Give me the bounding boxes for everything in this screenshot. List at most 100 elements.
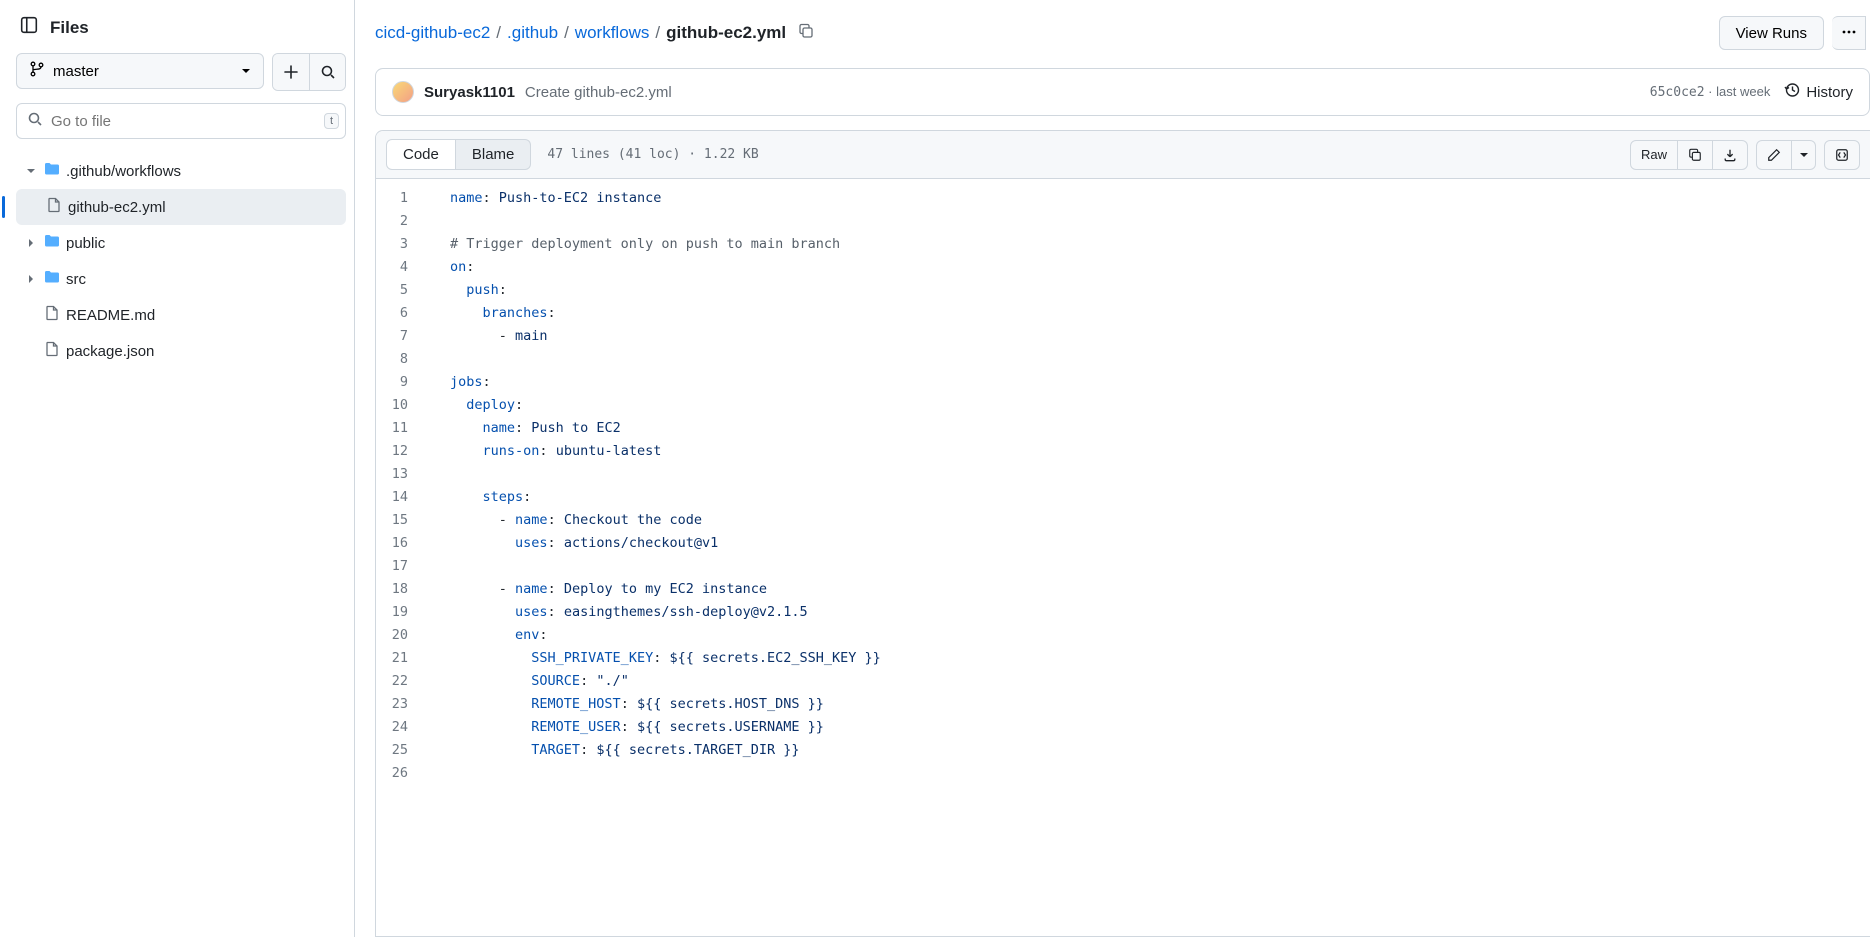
folder-icon: [44, 161, 60, 181]
code-line[interactable]: 20 env:: [376, 624, 1870, 647]
chevron-down-icon: [241, 63, 251, 80]
line-number: 10: [376, 394, 426, 417]
tree-label: package.json: [66, 343, 154, 360]
code-line[interactable]: 11 name: Push to EC2: [376, 417, 1870, 440]
history-icon: [1784, 82, 1800, 102]
code-content: deploy:: [426, 394, 523, 417]
breadcrumb-path-1[interactable]: .github: [507, 23, 558, 43]
code-line[interactable]: 12 runs-on: ubuntu-latest: [376, 440, 1870, 463]
line-number: 9: [376, 371, 426, 394]
file-icon: [44, 305, 60, 325]
tab-code[interactable]: Code: [386, 139, 456, 170]
code-content: REMOTE_USER: ${{ secrets.USERNAME }}: [426, 716, 824, 739]
code-content: [426, 555, 450, 578]
tree-folder-public[interactable]: public: [16, 225, 346, 261]
code-content: SSH_PRIVATE_KEY: ${{ secrets.EC2_SSH_KEY…: [426, 647, 881, 670]
code-line[interactable]: 8: [376, 348, 1870, 371]
line-number: 1: [376, 187, 426, 210]
edit-file-button[interactable]: [1756, 140, 1792, 170]
line-number: 4: [376, 256, 426, 279]
copy-raw-button[interactable]: [1678, 140, 1713, 170]
keyboard-shortcut-hint: t: [324, 113, 339, 129]
code-line[interactable]: 15 - name: Checkout the code: [376, 509, 1870, 532]
line-number: 15: [376, 509, 426, 532]
branch-name: master: [53, 63, 99, 80]
code-line[interactable]: 22 SOURCE: "./": [376, 670, 1870, 693]
code-content: steps:: [426, 486, 531, 509]
code-line[interactable]: 19 uses: easingthemes/ssh-deploy@v2.1.5: [376, 601, 1870, 624]
code-content: - main: [426, 325, 548, 348]
code-content: uses: actions/checkout@v1: [426, 532, 718, 555]
code-line[interactable]: 9jobs:: [376, 371, 1870, 394]
symbols-button[interactable]: [1824, 140, 1860, 170]
commit-time: last week: [1716, 84, 1770, 99]
more-actions-button[interactable]: [1832, 16, 1866, 50]
tab-blame[interactable]: Blame: [456, 139, 532, 170]
line-number: 20: [376, 624, 426, 647]
code-line[interactable]: 2: [376, 210, 1870, 233]
file-icon: [44, 341, 60, 361]
branch-select-button[interactable]: master: [16, 53, 264, 89]
line-number: 11: [376, 417, 426, 440]
code-content: on:: [426, 256, 474, 279]
commit-author[interactable]: Suryask1101: [424, 84, 515, 101]
search-tree-button[interactable]: [309, 54, 345, 90]
main-content: cicd-github-ec2 / .github / workflows / …: [355, 0, 1870, 937]
code-line[interactable]: 14 steps:: [376, 486, 1870, 509]
breadcrumb-path-2[interactable]: workflows: [575, 23, 650, 43]
code-content: branches:: [426, 302, 556, 325]
line-number: 7: [376, 325, 426, 348]
commit-hash[interactable]: 65c0ce2: [1650, 85, 1705, 100]
file-info: 47 lines (41 loc) · 1.22 KB: [547, 147, 758, 162]
edit-file-dropdown[interactable]: [1792, 140, 1816, 170]
code-line[interactable]: 18 - name: Deploy to my EC2 instance: [376, 578, 1870, 601]
tree-file-readme[interactable]: README.md: [16, 297, 346, 333]
go-to-file-search[interactable]: t: [16, 103, 346, 139]
raw-button[interactable]: Raw: [1630, 140, 1678, 170]
code-line[interactable]: 17: [376, 555, 1870, 578]
history-link[interactable]: History: [1784, 82, 1853, 102]
tree-folder-src[interactable]: src: [16, 261, 346, 297]
code-line[interactable]: 24 REMOTE_USER: ${{ secrets.USERNAME }}: [376, 716, 1870, 739]
code-blame-tabs: Code Blame: [386, 139, 531, 170]
code-line[interactable]: 5 push:: [376, 279, 1870, 302]
line-number: 22: [376, 670, 426, 693]
code-line[interactable]: 21 SSH_PRIVATE_KEY: ${{ secrets.EC2_SSH_…: [376, 647, 1870, 670]
code-line[interactable]: 4on:: [376, 256, 1870, 279]
go-to-file-input[interactable]: [51, 113, 335, 130]
code-line[interactable]: 10 deploy:: [376, 394, 1870, 417]
code-content: runs-on: ubuntu-latest: [426, 440, 661, 463]
copy-path-icon[interactable]: [798, 23, 814, 44]
breadcrumb-repo[interactable]: cicd-github-ec2: [375, 23, 490, 43]
line-number: 6: [376, 302, 426, 325]
code-area[interactable]: 1name: Push-to-EC2 instance23# Trigger d…: [376, 179, 1870, 936]
breadcrumb: cicd-github-ec2 / .github / workflows / …: [375, 23, 814, 44]
code-line[interactable]: 13: [376, 463, 1870, 486]
download-raw-button[interactable]: [1713, 140, 1748, 170]
code-line[interactable]: 23 REMOTE_HOST: ${{ secrets.HOST_DNS }}: [376, 693, 1870, 716]
chevron-right-icon: [24, 271, 38, 288]
code-line[interactable]: 6 branches:: [376, 302, 1870, 325]
line-number: 3: [376, 233, 426, 256]
line-number: 5: [376, 279, 426, 302]
code-line[interactable]: 3# Trigger deployment only on push to ma…: [376, 233, 1870, 256]
avatar[interactable]: [392, 81, 414, 103]
search-icon: [27, 111, 43, 132]
tree-folder-workflows[interactable]: .github/workflows: [16, 153, 346, 189]
line-number: 23: [376, 693, 426, 716]
line-number: 14: [376, 486, 426, 509]
code-line[interactable]: 7 - main: [376, 325, 1870, 348]
code-content: push:: [426, 279, 507, 302]
line-number: 24: [376, 716, 426, 739]
code-line[interactable]: 1name: Push-to-EC2 instance: [376, 187, 1870, 210]
add-file-button[interactable]: [273, 54, 309, 90]
code-line[interactable]: 25 TARGET: ${{ secrets.TARGET_DIR }}: [376, 739, 1870, 762]
tree-file-package[interactable]: package.json: [16, 333, 346, 369]
code-content: REMOTE_HOST: ${{ secrets.HOST_DNS }}: [426, 693, 824, 716]
file-icon: [46, 197, 62, 217]
tree-file-github-ec2[interactable]: github-ec2.yml: [16, 189, 346, 225]
code-line[interactable]: 16 uses: actions/checkout@v1: [376, 532, 1870, 555]
sidebar-panel-icon[interactable]: [20, 16, 38, 39]
view-runs-button[interactable]: View Runs: [1719, 16, 1824, 50]
commit-message[interactable]: Create github-ec2.yml: [525, 84, 672, 101]
